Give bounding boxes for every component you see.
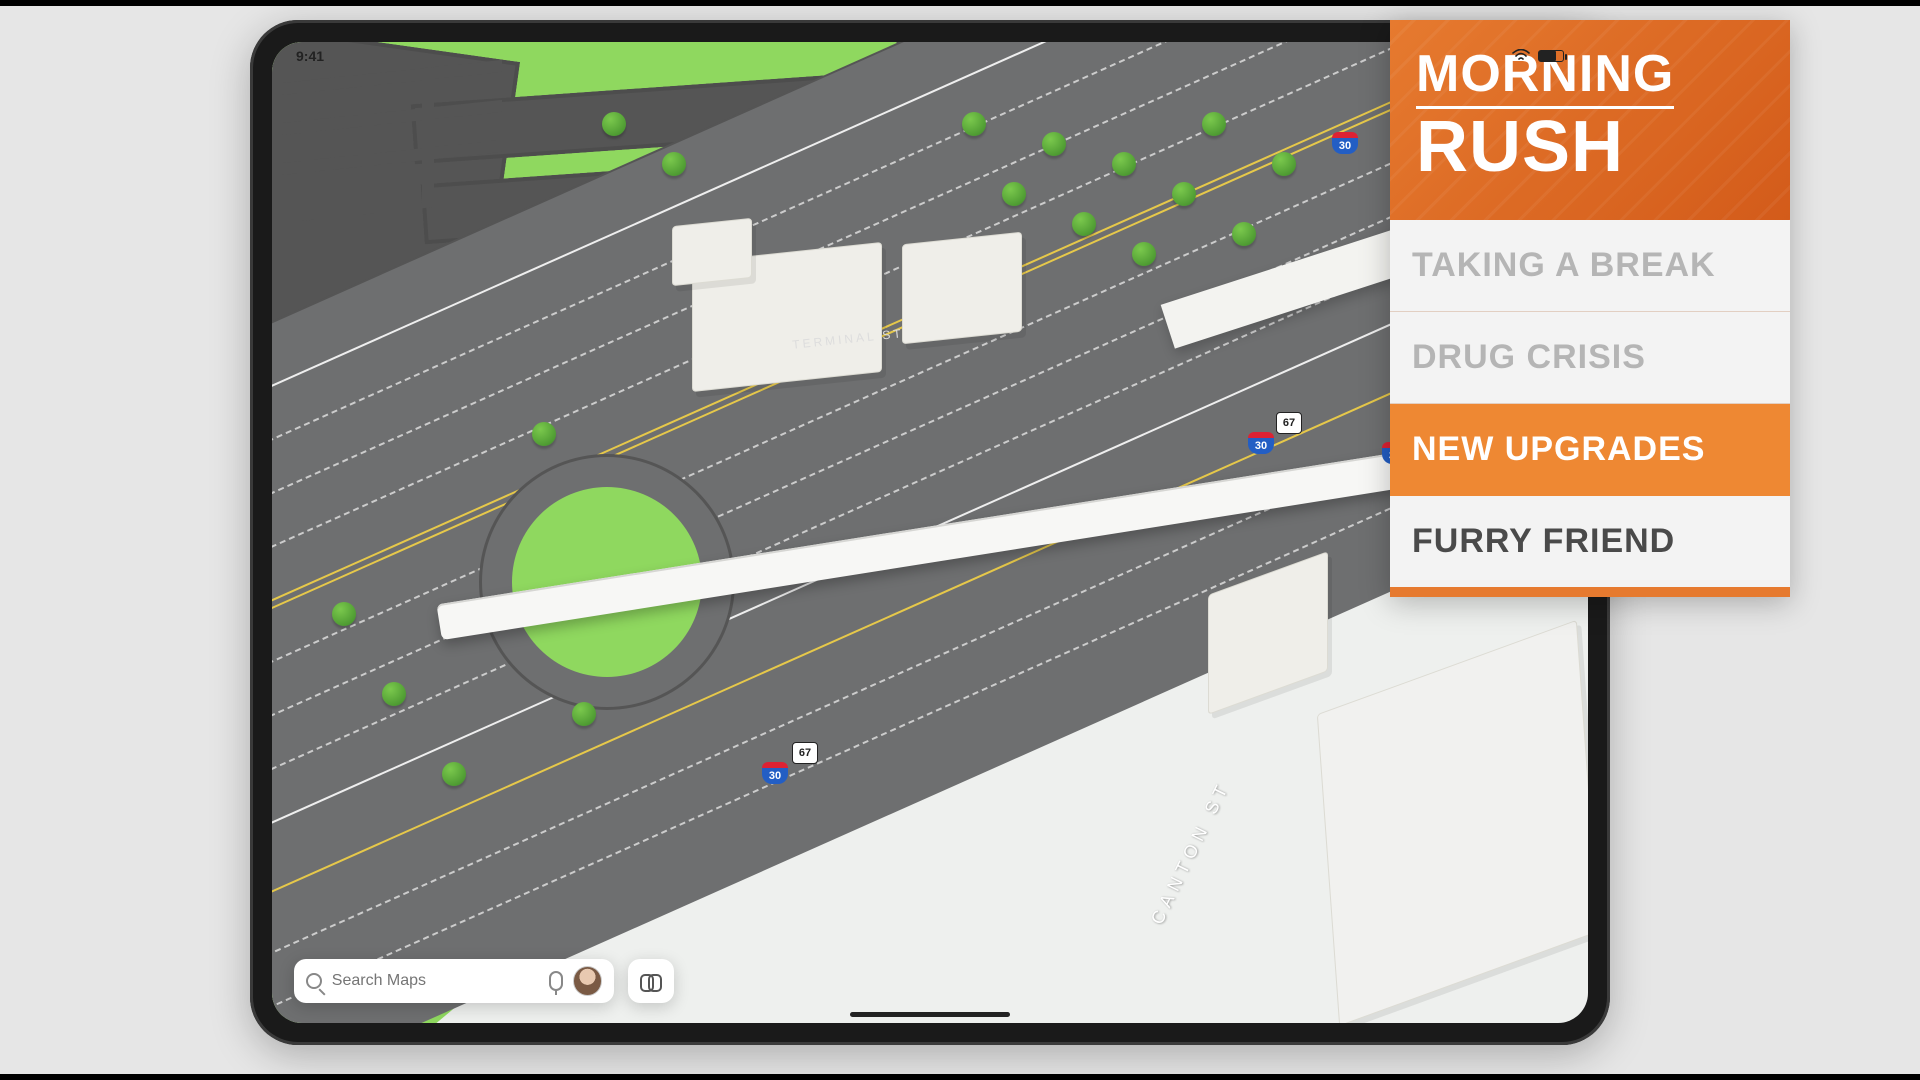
letterbox-top xyxy=(0,0,1920,6)
shield-us-route: 67 xyxy=(792,742,818,764)
shield-us-route: 67 xyxy=(1276,412,1302,434)
avatar[interactable] xyxy=(573,966,602,996)
map-tree xyxy=(602,112,626,136)
map-tree xyxy=(1072,212,1096,236)
status-right xyxy=(1512,48,1564,64)
status-bar: 9:41 xyxy=(272,42,1588,70)
map-tree xyxy=(1172,182,1196,206)
binoculars-icon xyxy=(640,974,662,988)
map-tree xyxy=(442,762,466,786)
map-tree xyxy=(532,422,556,446)
card-item-drug-crisis[interactable]: DRUG CRISIS xyxy=(1390,312,1790,404)
map-tree xyxy=(1132,242,1156,266)
map-tree xyxy=(662,152,686,176)
map-tree xyxy=(1272,152,1296,176)
letterbox-bottom xyxy=(0,1074,1920,1080)
wifi-icon xyxy=(1512,48,1530,64)
card-item-new-upgrades[interactable]: NEW UPGRADES xyxy=(1390,404,1790,496)
map-tree xyxy=(1202,112,1226,136)
search-bar[interactable] xyxy=(294,959,614,1003)
status-time: 9:41 xyxy=(296,48,324,64)
search-icon xyxy=(306,973,322,989)
home-indicator[interactable] xyxy=(850,1012,1010,1017)
shield-interstate: 30 xyxy=(1248,432,1274,454)
shield-interstate: 30 xyxy=(1332,132,1358,154)
map-tree xyxy=(382,682,406,706)
map-tree xyxy=(572,702,596,726)
card-footer-bar xyxy=(1390,587,1790,597)
card-item-furry-friend[interactable]: FURRY FRIEND xyxy=(1390,496,1790,587)
shield-interstate: 30 xyxy=(762,762,788,784)
search-input[interactable] xyxy=(332,972,539,990)
battery-icon xyxy=(1538,50,1564,62)
map-tree xyxy=(1232,222,1256,246)
lookaround-button[interactable] xyxy=(628,959,674,1003)
mic-icon[interactable] xyxy=(549,971,563,991)
map-tree xyxy=(332,602,356,626)
map-tree xyxy=(1112,152,1136,176)
map-tree xyxy=(1002,182,1026,206)
map-tree xyxy=(1042,132,1066,156)
map-tree xyxy=(962,112,986,136)
morning-rush-card: MORNING RUSH TAKING A BREAK DRUG CRISIS … xyxy=(1390,20,1790,597)
card-list: TAKING A BREAK DRUG CRISIS NEW UPGRADES … xyxy=(1390,220,1790,587)
map-building xyxy=(1317,620,1588,1023)
card-item-taking-a-break[interactable]: TAKING A BREAK xyxy=(1390,220,1790,312)
map-building xyxy=(672,218,752,286)
map-toolbar xyxy=(294,959,674,1003)
card-title-line2: RUSH xyxy=(1416,111,1764,183)
map-building xyxy=(902,232,1022,345)
street-label-canton: CANTON ST xyxy=(1147,777,1235,928)
